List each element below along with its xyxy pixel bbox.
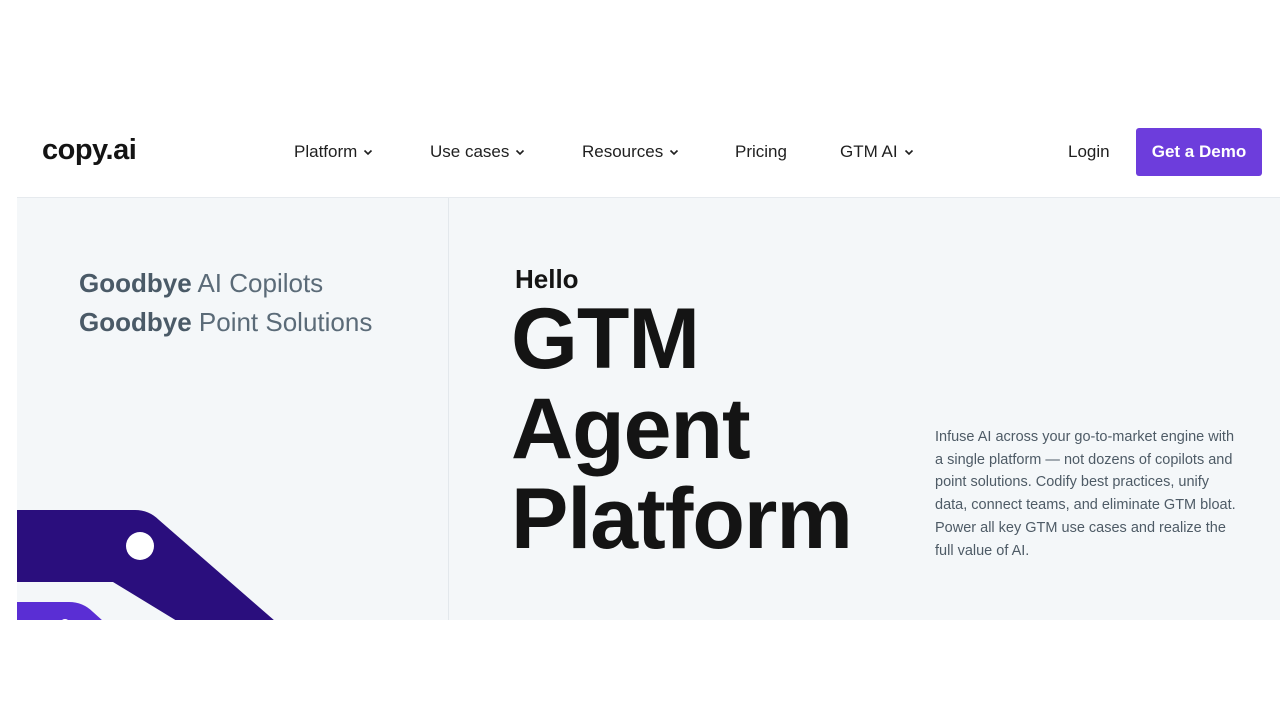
- copyai-logo[interactable]: copy.ai: [42, 134, 137, 167]
- hero-section: Goodbye AI Copilots Goodbye Point Soluti…: [17, 197, 1280, 620]
- goodbye-rest: AI Copilots: [191, 268, 324, 298]
- goodbye-rest: Point Solutions: [191, 307, 373, 337]
- goodbye-ai-copilots: Goodbye AI Copilots: [79, 268, 323, 299]
- hero-divider: [448, 198, 449, 620]
- nav-gtm-ai[interactable]: GTM AI: [840, 142, 914, 162]
- decorative-shape: [17, 510, 274, 620]
- chevron-down-icon: [904, 149, 913, 156]
- nav-pricing-label: Pricing: [735, 142, 787, 161]
- chevron-down-icon: [516, 149, 525, 156]
- nav-use-cases-label: Use cases: [430, 142, 510, 161]
- nav-platform[interactable]: Platform: [294, 142, 373, 162]
- headline-line-2: Agent: [511, 381, 751, 477]
- page: copy.ai Platform Use cases Resources Pri…: [0, 0, 1280, 720]
- login-link[interactable]: Login: [1068, 142, 1110, 162]
- headline-line-1: GTM: [511, 291, 700, 387]
- nav-use-cases[interactable]: Use cases: [430, 142, 525, 162]
- hero-description: Infuse AI across your go-to-market engin…: [935, 429, 1236, 559]
- nav-pricing[interactable]: Pricing: [735, 142, 787, 162]
- hero-headline: GTM Agent Platform: [511, 291, 853, 567]
- shape-bar-secondary: [17, 602, 102, 620]
- headline-line-3: Platform: [511, 471, 853, 567]
- top-navigation: copy.ai Platform Use cases Resources Pri…: [0, 122, 1280, 182]
- nav-gtm-ai-label: GTM AI: [840, 142, 898, 161]
- shape-dot: [126, 532, 154, 560]
- get-demo-button[interactable]: Get a Demo: [1136, 128, 1262, 176]
- chevron-down-icon: [364, 149, 373, 156]
- goodbye-strong: Goodbye: [79, 268, 192, 298]
- nav-platform-label: Platform: [294, 142, 358, 161]
- goodbye-strong: Goodbye: [79, 307, 192, 337]
- chevron-down-icon: [670, 149, 679, 156]
- nav-resources[interactable]: Resources: [582, 142, 679, 162]
- goodbye-point-solutions: Goodbye Point Solutions: [79, 307, 372, 338]
- nav-resources-label: Resources: [582, 142, 664, 161]
